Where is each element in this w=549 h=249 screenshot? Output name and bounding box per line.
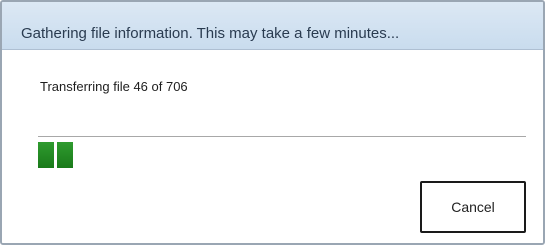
dialog-content: Transferring file 46 of 706 Cancel [2,50,543,243]
progress-segment [38,142,54,168]
cancel-button[interactable]: Cancel [420,181,526,233]
divider [38,136,526,137]
transfer-status-text: Transferring file 46 of 706 [40,79,188,94]
dialog-title: Gathering file information. This may tak… [21,25,400,42]
progress-segment [57,142,73,168]
file-transfer-dialog: Gathering file information. This may tak… [0,0,545,245]
dialog-titlebar: Gathering file information. This may tak… [2,2,543,50]
progress-bar [38,140,526,170]
progress-bar-fill [38,142,73,168]
